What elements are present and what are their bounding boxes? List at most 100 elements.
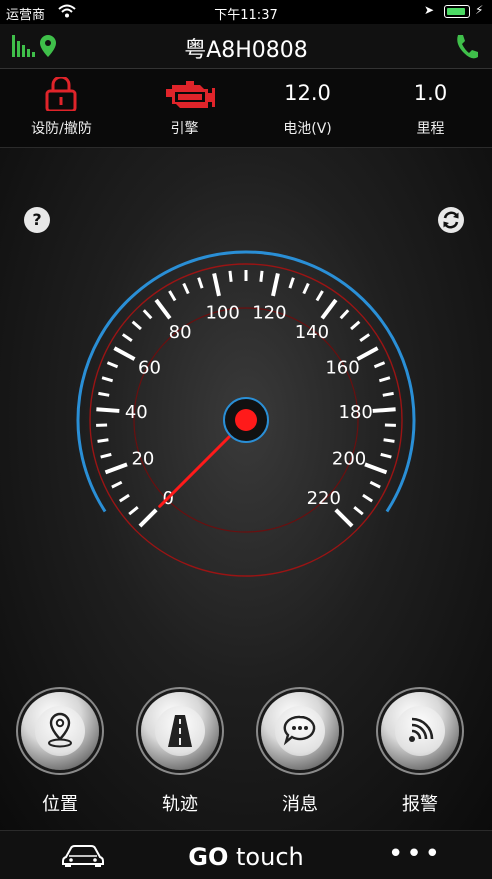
brand-light: touch bbox=[236, 843, 304, 871]
message-button[interactable] bbox=[261, 692, 339, 770]
major-tick bbox=[105, 464, 127, 472]
charging-icon: ⚡ bbox=[475, 3, 483, 17]
major-tick bbox=[214, 273, 219, 295]
speed-label: 220 bbox=[307, 488, 341, 509]
road-track-icon bbox=[154, 705, 206, 757]
lock-toggle[interactable]: 设防/撤防 bbox=[0, 69, 123, 147]
speed-label: 200 bbox=[332, 448, 366, 469]
minor-tick bbox=[98, 440, 109, 442]
vehicle-info-bar: 设防/撤防 引擎 12.0 电池(V) 1.0 里程 bbox=[0, 69, 492, 148]
minor-tick bbox=[123, 334, 132, 340]
minor-tick bbox=[184, 284, 189, 294]
minor-tick bbox=[133, 322, 141, 329]
message-bubble-icon bbox=[274, 705, 326, 757]
mileage-label: 里程 bbox=[369, 118, 492, 138]
alarm-button[interactable] bbox=[381, 692, 459, 770]
minor-tick bbox=[230, 271, 231, 282]
brand-bold: GO bbox=[188, 843, 228, 871]
minor-tick bbox=[261, 271, 262, 282]
lock-icon bbox=[0, 77, 123, 111]
minor-tick bbox=[101, 454, 112, 457]
battery-value: 12.0 bbox=[246, 81, 369, 105]
lock-label: 设防/撤防 bbox=[0, 118, 123, 138]
major-tick bbox=[365, 464, 387, 472]
speed-label: 80 bbox=[169, 322, 192, 343]
engine-status[interactable]: 引擎 bbox=[123, 69, 246, 147]
speed-label: 100 bbox=[205, 303, 239, 324]
track-action[interactable]: 轨迹 bbox=[130, 692, 230, 822]
minor-tick bbox=[290, 278, 293, 288]
help-button[interactable]: ? bbox=[24, 207, 50, 233]
battery-icon bbox=[444, 5, 470, 18]
speedometer: 020406080100120140160180200220 bbox=[66, 240, 426, 590]
minor-tick bbox=[317, 291, 323, 300]
refresh-icon bbox=[438, 207, 464, 233]
alarm-action[interactable]: 报警 bbox=[370, 692, 470, 822]
speed-label: 60 bbox=[138, 357, 161, 378]
minor-tick bbox=[98, 393, 109, 395]
alarm-label: 报警 bbox=[370, 790, 470, 816]
minor-tick bbox=[384, 440, 395, 442]
minor-tick bbox=[107, 363, 117, 367]
major-tick bbox=[140, 510, 156, 526]
minor-tick bbox=[129, 507, 138, 514]
minor-tick bbox=[383, 393, 394, 395]
speed-label: 20 bbox=[131, 448, 154, 469]
minor-tick bbox=[112, 482, 122, 487]
minor-tick bbox=[354, 507, 363, 514]
question-icon: ? bbox=[32, 210, 41, 229]
speed-range-arc bbox=[78, 252, 414, 511]
minor-tick bbox=[102, 378, 113, 381]
tab-bar: GO touch ••• bbox=[0, 830, 492, 879]
engine-label: 引擎 bbox=[123, 118, 246, 138]
minor-tick bbox=[381, 454, 392, 457]
minor-tick bbox=[169, 291, 175, 300]
page-title: 粤A8H0808 bbox=[0, 32, 492, 64]
dashboard: ? 020406080100120140160180200220 bbox=[0, 148, 492, 830]
needle-hub bbox=[235, 409, 257, 431]
status-bar: 运营商 下午11:37 ➤ ⚡ bbox=[0, 0, 492, 24]
battery-voltage: 12.0 电池(V) bbox=[246, 69, 369, 147]
more-menu-button[interactable]: ••• bbox=[388, 839, 443, 869]
message-action[interactable]: 消息 bbox=[250, 692, 350, 822]
phone-button[interactable] bbox=[454, 31, 480, 61]
location-button[interactable] bbox=[21, 692, 99, 770]
major-tick bbox=[273, 273, 278, 295]
major-tick bbox=[373, 409, 396, 411]
nav-bar: 粤A8H0808 bbox=[0, 24, 492, 69]
clock: 下午11:37 bbox=[0, 4, 492, 23]
major-tick bbox=[96, 409, 119, 411]
track-label: 轨迹 bbox=[130, 790, 230, 816]
mileage-value: 1.0 bbox=[369, 81, 492, 105]
minor-tick bbox=[370, 482, 380, 487]
minor-tick bbox=[199, 278, 202, 288]
minor-tick bbox=[341, 310, 348, 318]
minor-tick bbox=[379, 378, 390, 381]
location-pin-icon bbox=[34, 705, 86, 757]
speed-label: 140 bbox=[295, 322, 329, 343]
major-tick bbox=[322, 300, 336, 318]
phone-icon bbox=[454, 31, 480, 61]
minor-tick bbox=[360, 334, 369, 340]
minor-tick bbox=[144, 310, 151, 318]
location-label: 位置 bbox=[10, 790, 110, 816]
speed-label: 120 bbox=[252, 303, 286, 324]
minor-tick bbox=[363, 495, 372, 501]
minor-tick bbox=[351, 322, 359, 329]
location-action[interactable]: 位置 bbox=[10, 692, 110, 822]
major-tick bbox=[336, 510, 352, 526]
track-button[interactable] bbox=[141, 692, 219, 770]
speed-label: 180 bbox=[339, 402, 373, 423]
location-arrow-icon: ➤ bbox=[424, 3, 434, 17]
engine-icon bbox=[123, 77, 246, 111]
refresh-button[interactable] bbox=[438, 207, 464, 233]
minor-tick bbox=[304, 284, 309, 294]
mileage: 1.0 里程 bbox=[369, 69, 492, 147]
action-buttons: 位置 轨迹 bbox=[0, 692, 492, 822]
major-tick bbox=[114, 348, 134, 359]
major-tick bbox=[156, 300, 170, 318]
speed-label: 40 bbox=[125, 402, 148, 423]
major-tick bbox=[357, 348, 377, 359]
message-label: 消息 bbox=[250, 790, 350, 816]
minor-tick bbox=[120, 495, 129, 501]
